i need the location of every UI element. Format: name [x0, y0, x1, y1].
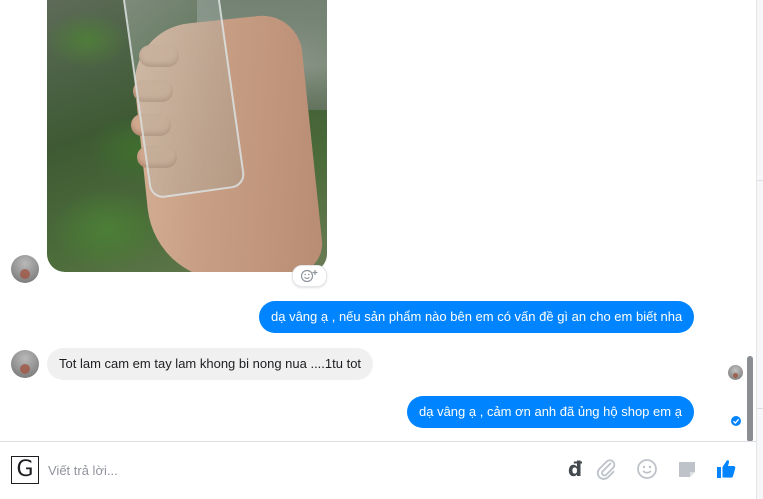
grammar-g-icon[interactable]: G: [11, 456, 39, 484]
paperclip-icon[interactable]: [594, 457, 618, 481]
message-photo[interactable]: [47, 0, 327, 272]
seen-check-icon: [731, 416, 741, 426]
thumbs-up-icon[interactable]: [714, 457, 738, 481]
add-reaction-button[interactable]: [292, 265, 327, 287]
outgoing-message-bubble[interactable]: dạ vâng ạ , cảm ơn anh đã ủng hộ shop em…: [407, 396, 694, 428]
reply-input[interactable]: [48, 458, 528, 482]
divider: [757, 408, 763, 409]
messenger-window: dạ vâng ạ , nếu sản phẩm nào bên em có v…: [0, 0, 763, 499]
sender-avatar[interactable]: [11, 350, 39, 378]
incoming-message-bubble[interactable]: Tot lam cam em tay lam khong bi nong nua…: [47, 348, 374, 380]
side-panel-edge: [756, 0, 763, 499]
sticker-icon[interactable]: [675, 457, 699, 481]
scrollbar-thumb[interactable]: [747, 356, 753, 442]
emoji-icon[interactable]: [635, 457, 659, 481]
composer-bar: G đ: [0, 441, 756, 499]
add-reaction-icon: [301, 269, 318, 283]
divider: [757, 180, 763, 181]
seen-by-avatar: [728, 365, 743, 380]
sender-avatar[interactable]: [11, 255, 39, 283]
message-thread[interactable]: dạ vâng ạ , nếu sản phẩm nào bên em có v…: [0, 0, 756, 441]
dong-currency-icon[interactable]: đ: [563, 457, 587, 481]
outgoing-message-bubble[interactable]: dạ vâng ạ , nếu sản phẩm nào bên em có v…: [259, 301, 695, 333]
